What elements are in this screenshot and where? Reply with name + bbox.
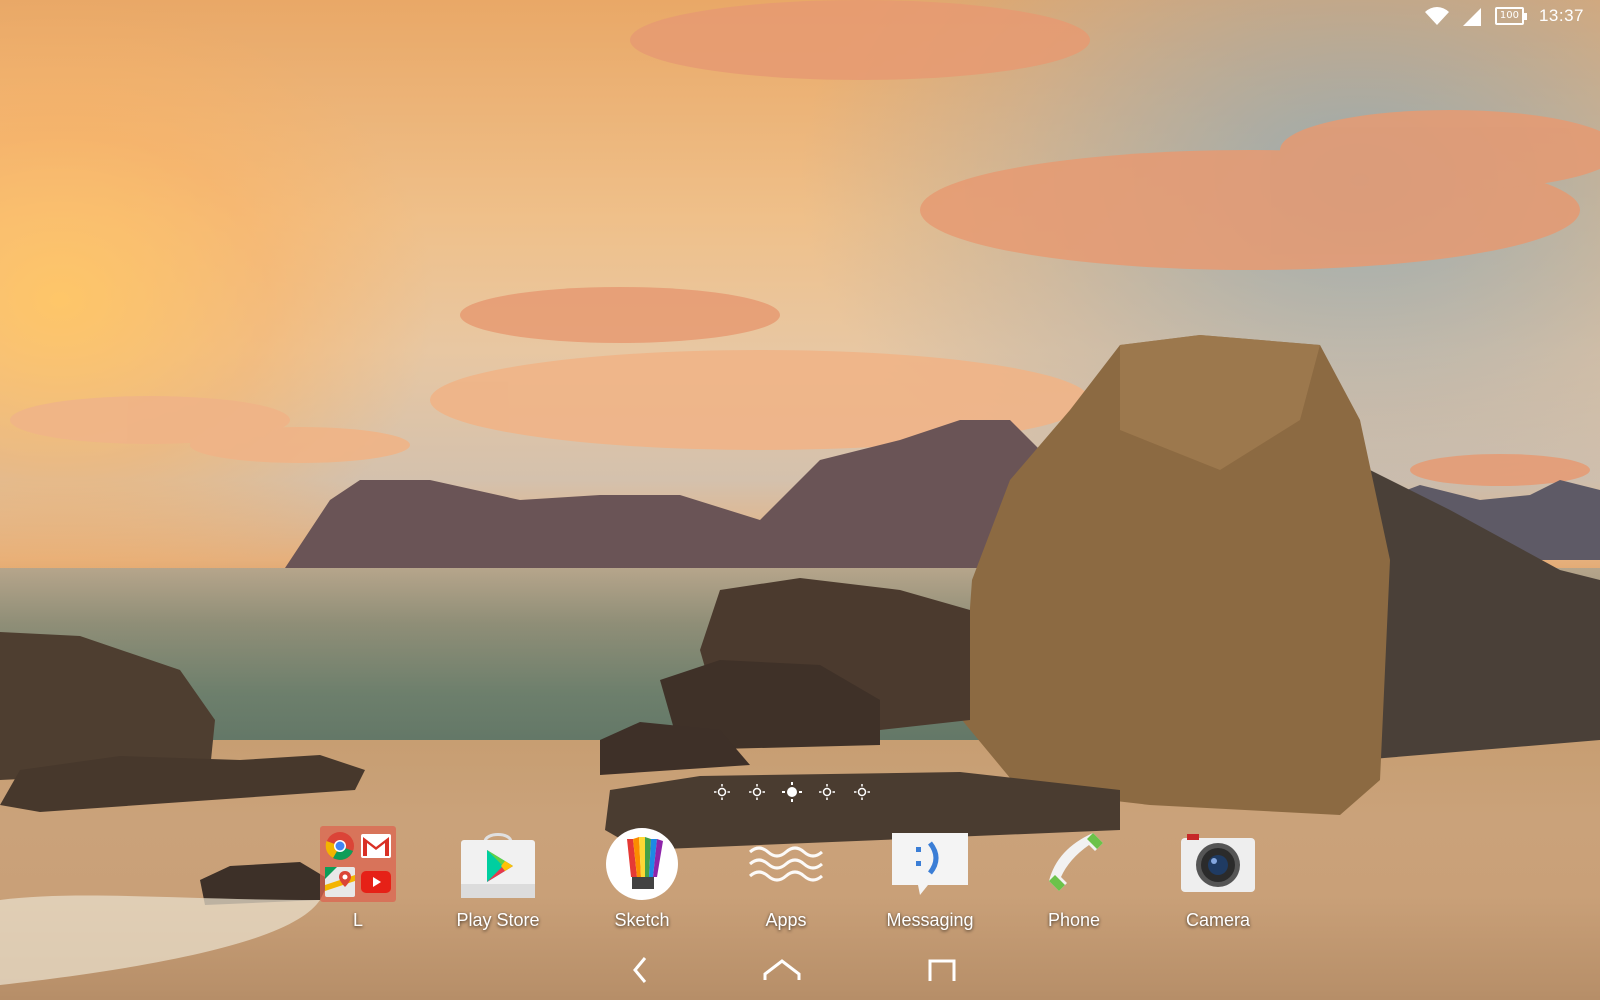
dock-item-phone[interactable]: Phone (1010, 824, 1138, 931)
dock-item-sketch[interactable]: Sketch (578, 824, 706, 931)
dock: L Play Store Sketch Apps Messaging Phone… (316, 824, 1294, 936)
recents-icon[interactable] (922, 952, 962, 988)
dock-label: Messaging (886, 910, 974, 930)
gmail-icon (360, 830, 392, 862)
dock-item-camera[interactable]: Camera (1154, 824, 1282, 931)
page-dot-active-icon[interactable] (782, 782, 802, 802)
dock-label: Phone (1047, 910, 1101, 930)
page-dot-icon[interactable] (852, 782, 872, 802)
status-bar: 100 13:37 (1424, 0, 1600, 32)
page-indicator (712, 782, 872, 802)
home-icon[interactable] (762, 952, 802, 988)
wifi-icon (1424, 7, 1449, 25)
dock-label: L (352, 910, 363, 930)
back-icon[interactable] (620, 952, 660, 988)
dock-label: Apps (765, 910, 807, 930)
folder-l[interactable]: L (294, 824, 422, 931)
page-dot-icon[interactable] (817, 782, 837, 802)
dock-label: Camera (1185, 910, 1251, 930)
phone-icon[interactable] (1034, 824, 1114, 904)
sketch-icon[interactable] (602, 824, 682, 904)
page-dot-icon[interactable] (712, 782, 732, 802)
dock-item-play-store[interactable]: Play Store (434, 824, 562, 931)
dock-label: Play Store (456, 910, 540, 930)
dock-item-messaging[interactable]: Messaging (866, 824, 994, 931)
dock-label: Sketch (614, 910, 670, 930)
cellular-signal-icon (1461, 6, 1483, 26)
youtube-icon (360, 866, 392, 898)
battery-icon: 100 (1494, 7, 1527, 25)
dock-item-apps[interactable]: Apps (722, 824, 850, 931)
battery-level: 100 (1494, 7, 1524, 25)
page-dot-icon[interactable] (747, 782, 767, 802)
navigation-bar (600, 944, 1000, 994)
messaging-icon[interactable] (890, 824, 970, 904)
clock: 13:37 (1538, 6, 1584, 25)
play-store-icon[interactable] (458, 824, 538, 904)
chrome-icon (324, 830, 356, 862)
folder-icon[interactable] (318, 824, 398, 904)
apps-drawer-icon[interactable] (746, 824, 826, 904)
maps-icon (324, 866, 356, 898)
camera-icon[interactable] (1178, 824, 1258, 904)
